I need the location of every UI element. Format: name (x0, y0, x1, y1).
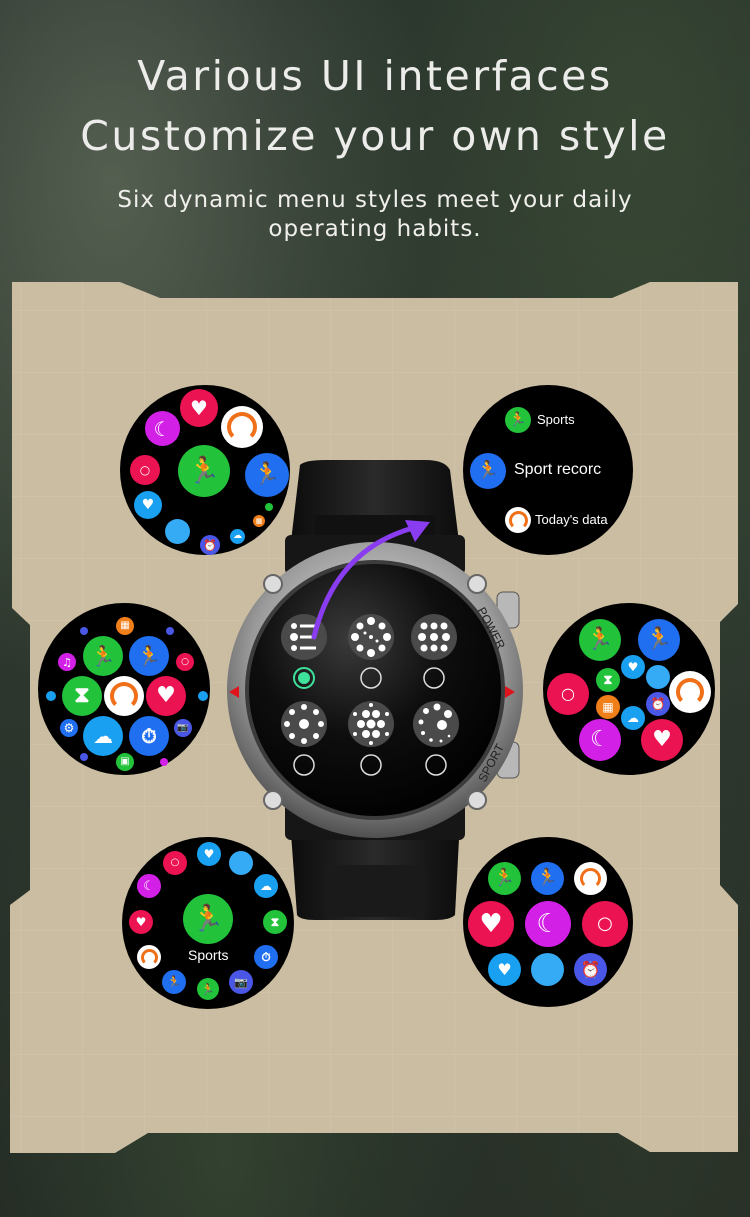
blood-pressure-icon[interactable]: ♥ (488, 953, 521, 986)
dial-grid: 🏃 🏃 ♥ ☾ ○ ♥ ⏰ (463, 837, 633, 1007)
calendar-icon[interactable]: ▦ (253, 515, 265, 527)
list-item-todays-data[interactable]: Today's data (535, 512, 615, 527)
sleep-icon[interactable]: ☾ (145, 411, 180, 446)
selected-radio (298, 672, 310, 684)
blood-oxygen-icon[interactable]: ○ (163, 851, 187, 875)
dial-ring: ♥ ○ ☾ ☁ ♥ 🏃 ⧗ Sports ⏱ 🏃 📷 🏃 (122, 837, 294, 1009)
blood-oxygen-icon[interactable]: ○ (176, 653, 194, 671)
sleep-icon[interactable]: ☾ (137, 874, 161, 898)
sport-record-icon[interactable]: 🏃 (470, 453, 506, 489)
todays-data-icon[interactable] (221, 406, 263, 448)
sports-icon[interactable]: 🏃 (579, 619, 621, 661)
blood-oxygen-icon[interactable]: ○ (547, 673, 589, 715)
music-icon[interactable]: ♫ (58, 653, 76, 671)
settings-icon[interactable]: ⚙ (60, 719, 78, 737)
sports-icon[interactable]: 🏃 (83, 636, 123, 676)
sport-record-icon[interactable]: 🏃 (638, 619, 680, 661)
small-green-icon[interactable] (265, 503, 273, 511)
alarm-icon[interactable]: ⏰ (646, 692, 670, 716)
breathing-icon[interactable] (531, 953, 564, 986)
dial-bubble-cluster: ♥ ☾ ○ 🏃 🏃 ♥ ⏰ ☁ ▦ (120, 385, 290, 555)
weather-icon[interactable]: ☁ (621, 706, 645, 730)
blood-pressure-icon[interactable]: ♥ (197, 842, 221, 866)
todays-data-icon[interactable] (574, 862, 607, 895)
stopwatch-icon[interactable]: ⏱ (254, 945, 278, 969)
sleep-icon[interactable]: ☾ (579, 719, 621, 761)
heart-rate-icon[interactable]: ♥ (146, 676, 186, 716)
sport-record-icon[interactable]: 🏃 (531, 862, 564, 895)
blood-oxygen-icon[interactable]: ○ (130, 455, 160, 485)
page-title-line2: Customize your own style (80, 112, 670, 160)
alarm-icon[interactable]: ⏰ (200, 535, 220, 555)
calendar-icon[interactable]: ▦ (596, 695, 620, 719)
alarm-icon[interactable]: ⏰ (574, 953, 607, 986)
hourglass-icon[interactable]: ⧗ (596, 668, 620, 692)
breathing-icon[interactable] (646, 665, 670, 689)
heart-rate-icon[interactable]: ♥ (180, 389, 218, 427)
sports-icon[interactable]: 🏃 (488, 862, 521, 895)
hourglass-icon[interactable]: ⧗ (62, 676, 102, 716)
camera-icon[interactable]: 📷 (229, 970, 253, 994)
dial-cluster: 🏃 🏃 ♥ ⧗ ○ ▦ ⏰ ☁ ☾ ♥ (543, 603, 715, 775)
subtitle-line2: operating habits. (268, 216, 482, 242)
weather-icon[interactable]: ☁ (230, 529, 245, 544)
breathing-icon[interactable] (165, 519, 190, 544)
hourglass-icon[interactable]: ⧗ (263, 910, 287, 934)
weather-icon[interactable]: ☁ (83, 716, 123, 756)
blood-oxygen-icon[interactable]: ○ (582, 901, 628, 947)
list-item-sports[interactable]: Sports (537, 412, 575, 427)
sports-icon[interactable]: 🏃 (183, 894, 233, 944)
ring-center-label: Sports (188, 947, 229, 963)
list-item-sport-record[interactable]: Sport recorc (514, 461, 606, 479)
heart-rate-icon[interactable]: ♥ (468, 901, 514, 947)
small-indigo-icon[interactable] (80, 627, 88, 635)
todays-data-icon[interactable] (137, 945, 161, 969)
blood-pressure-icon[interactable]: ♥ (134, 491, 162, 519)
heart-rate-icon[interactable]: ♥ (641, 719, 683, 761)
stopwatch-icon[interactable]: ⏱ (129, 716, 169, 756)
sports-icon[interactable]: 🏃 (178, 445, 230, 497)
calendar-icon[interactable]: ▦ (116, 617, 134, 635)
small-cyan-icon[interactable] (46, 691, 56, 701)
sport-record-icon[interactable]: 🏃 (129, 636, 169, 676)
subtitle-line1: Six dynamic menu styles meet your daily (117, 187, 633, 213)
page-title-line1: Various UI interfaces (137, 52, 613, 100)
sport-record-icon[interactable]: 🏃 (162, 970, 186, 994)
sleep-icon[interactable]: ☾ (525, 901, 571, 947)
blood-pressure-icon[interactable]: ♥ (621, 655, 645, 679)
weather-icon[interactable]: ☁ (254, 874, 278, 898)
camera-icon[interactable]: 📷 (174, 719, 192, 737)
heart-rate-icon[interactable]: ♥ (129, 910, 153, 934)
small-indigo-icon[interactable] (80, 753, 88, 761)
page-subtitle: Six dynamic menu styles meet your daily … (0, 186, 750, 244)
small-sports-icon[interactable]: 🏃 (197, 978, 219, 1000)
small-cyan-icon[interactable] (198, 691, 208, 701)
dial-list: 🏃 Sports 🏃 Sport recorc Today's data (463, 385, 633, 555)
sport-record-icon[interactable]: 🏃 (245, 453, 289, 497)
small-magenta-icon[interactable] (160, 758, 168, 766)
small-indigo-icon[interactable] (166, 627, 174, 635)
todays-data-icon[interactable] (104, 676, 144, 716)
breathing-icon[interactable] (229, 851, 253, 875)
todays-data-icon[interactable] (669, 671, 711, 713)
todays-data-icon[interactable] (505, 507, 531, 533)
sports-icon[interactable]: 🏃 (505, 407, 531, 433)
qr-icon[interactable]: ▣ (116, 753, 134, 771)
dial-honeycomb: ▦ 🏃 🏃 ♫ ○ ⧗ ♥ ⚙ ☁ ⏱ 📷 ▣ (38, 603, 210, 775)
